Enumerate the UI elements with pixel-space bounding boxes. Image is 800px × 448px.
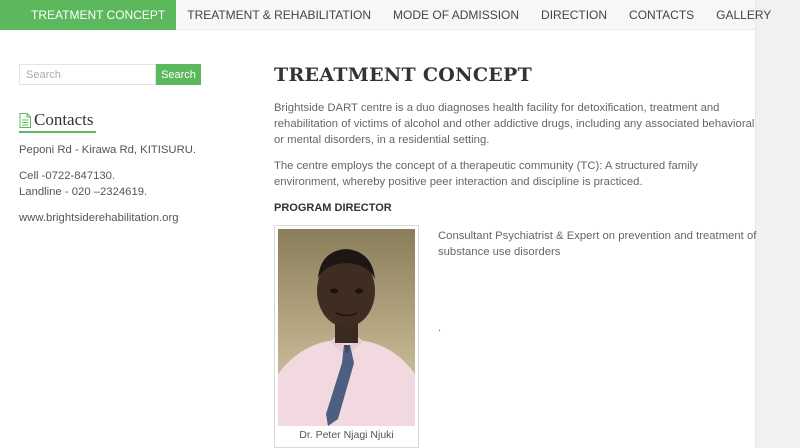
- scrollbar-gutter[interactable]: [755, 0, 800, 448]
- contact-cell: Cell -0722-847130.: [19, 170, 116, 182]
- document-icon: [19, 112, 31, 128]
- contact-website[interactable]: www.brightsiderehabilitation.org: [19, 211, 179, 227]
- director-bio: Consultant Psychiatrist & Expert on prev…: [438, 230, 757, 258]
- contacts-heading: Contacts: [19, 110, 94, 130]
- nav-item-treatment-concept[interactable]: TREATMENT CONCEPT: [0, 0, 177, 30]
- page-title: TREATMENT CONCEPT: [274, 64, 533, 86]
- nav-item-mode-of-admission[interactable]: MODE OF ADMISSION: [382, 0, 530, 30]
- trailing-text: .: [438, 322, 442, 334]
- nav-item-gallery[interactable]: GALLERY: [705, 0, 782, 30]
- search-input[interactable]: [19, 64, 156, 85]
- director-photo: [278, 229, 415, 426]
- contacts-title: Contacts: [34, 110, 94, 129]
- search-button[interactable]: Search: [156, 64, 201, 85]
- contact-landline: Landline - 020 –2324619.: [19, 186, 148, 198]
- intro-paragraph: Brightside DART centre is a duo diagnose…: [274, 102, 755, 146]
- director-photo-frame: [274, 225, 419, 448]
- nav-item-treatment-rehabilitation[interactable]: TREATMENT & REHABILITATION: [176, 0, 382, 30]
- concept-paragraph: The centre employs the concept of a ther…: [274, 160, 698, 188]
- sidebar-search: Search: [19, 64, 201, 85]
- contacts-underline: [19, 131, 96, 133]
- director-caption: Dr. Peter Njagi Njuki: [299, 429, 394, 441]
- nav-item-contacts[interactable]: CONTACTS: [618, 0, 705, 30]
- program-director-heading: PROGRAM DIRECTOR: [274, 202, 392, 214]
- main-navigation: TREATMENT CONCEPT TREATMENT & REHABILITA…: [0, 0, 771, 30]
- contact-address: Peponi Rd - Kirawa Rd, KITISURU.: [19, 144, 197, 156]
- nav-item-direction[interactable]: DIRECTION: [530, 0, 618, 30]
